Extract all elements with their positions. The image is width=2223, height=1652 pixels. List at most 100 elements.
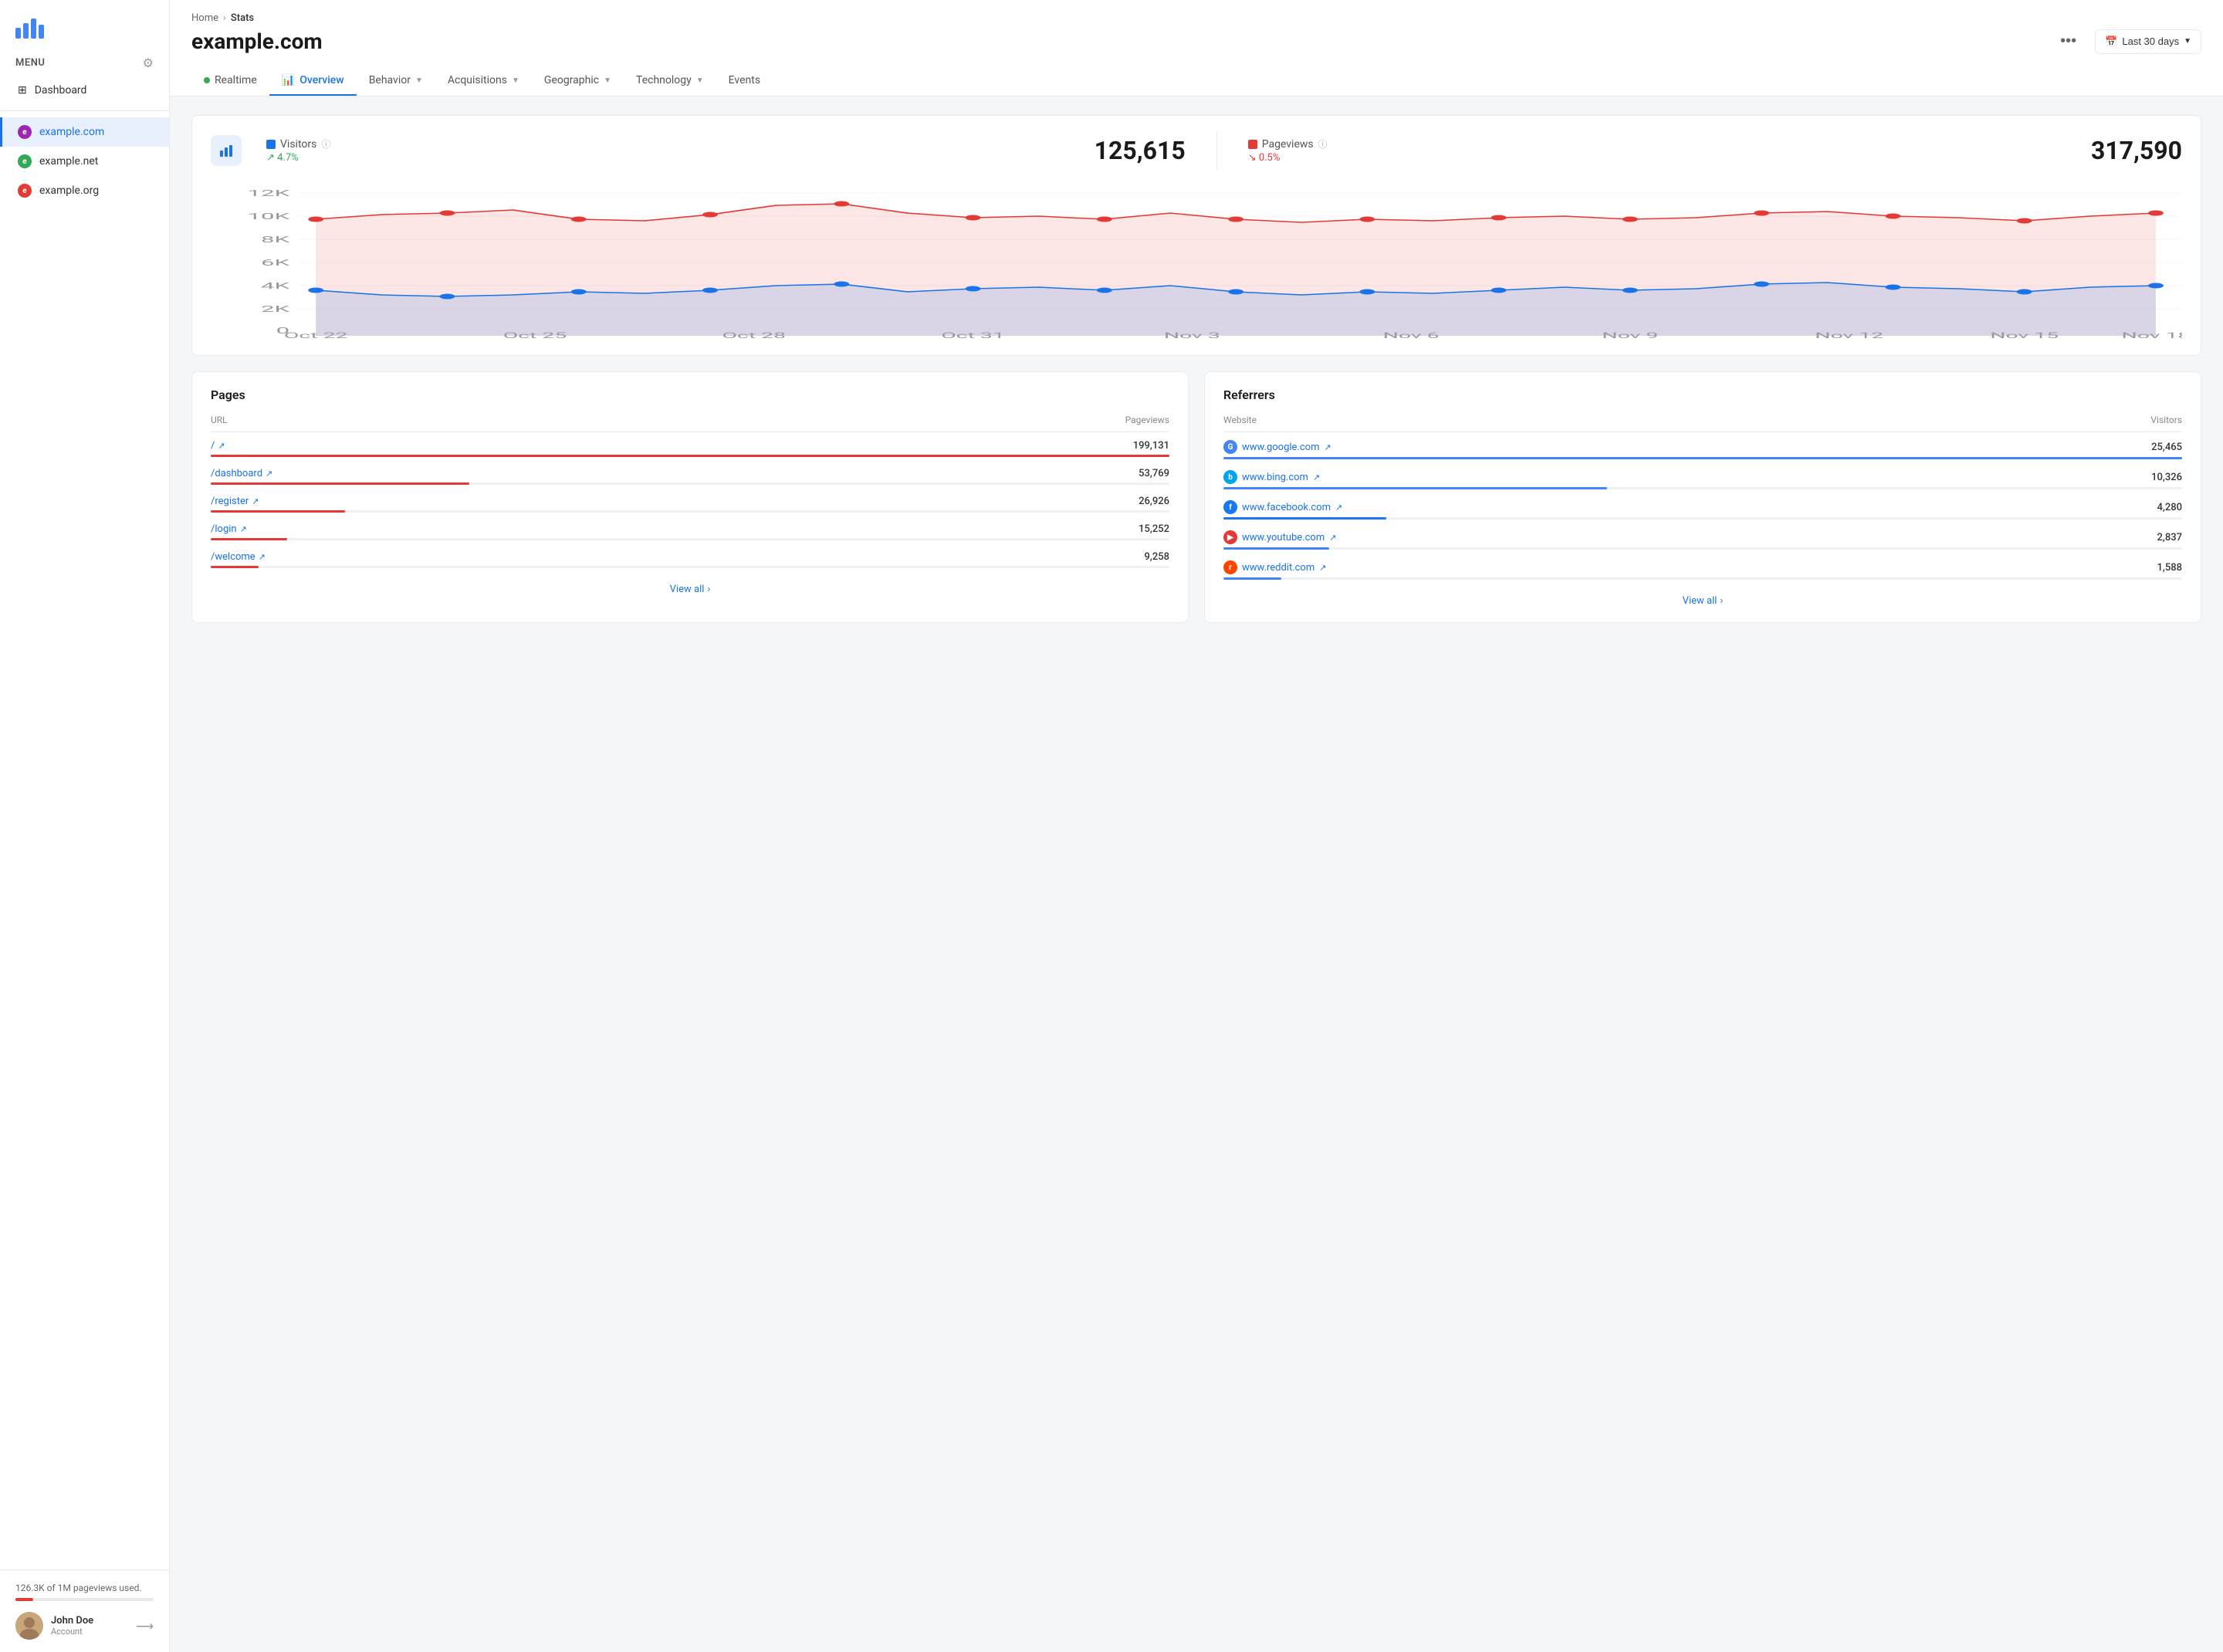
referrer-url[interactable]: b www.bing.com ↗	[1223, 470, 1320, 484]
header-actions: ••• 📅 Last 30 days ▼	[2054, 29, 2201, 54]
svg-text:8K: 8K	[261, 235, 290, 245]
site-label-example-org: example.org	[39, 184, 99, 197]
pages-view-all[interactable]: View all ›	[211, 571, 1169, 595]
page-title: example.com	[191, 29, 323, 54]
visitors-info-icon[interactable]: ⓘ	[321, 137, 330, 151]
page-url[interactable]: /welcome ↗	[211, 551, 266, 563]
tab-technology-label: Technology	[636, 74, 692, 86]
pages-rows: / ↗ 199,131 /dashboard ↗ 53,769 /registe…	[211, 432, 1169, 571]
chevron-acquisitions: ▼	[512, 76, 519, 85]
user-row[interactable]: John Doe Account ⟶	[15, 1612, 154, 1640]
page-url[interactable]: / ↗	[211, 440, 225, 452]
usage-text: 126.3K of 1M pageviews used.	[15, 1583, 154, 1593]
page-url[interactable]: /register ↗	[211, 496, 259, 507]
table-row[interactable]: ▶ www.youtube.com ↗ 2,837	[1223, 523, 2182, 553]
page-views-count: 26,926	[1139, 496, 1169, 507]
visitors-value: 125,615	[1095, 136, 1186, 165]
referrer-icon: G	[1223, 440, 1237, 454]
page-views-count: 53,769	[1139, 468, 1169, 479]
sidebar-item-example-net[interactable]: e example.net	[0, 147, 169, 176]
sidebar-item-dashboard[interactable]: ⊞ Dashboard	[0, 76, 169, 104]
settings-icon[interactable]: ⚙	[143, 56, 154, 70]
breadcrumb: Home › Stats	[191, 12, 2201, 24]
bar-chart-icon	[218, 143, 234, 158]
breadcrumb-sep: ›	[223, 12, 226, 24]
sidebar-footer: 126.3K of 1M pageviews used. John Doe Ac…	[0, 1569, 169, 1652]
bottom-grid: Pages URL Pageviews / ↗ 199,131 /dashbo	[191, 371, 2201, 623]
breadcrumb-current: Stats	[231, 12, 254, 24]
referrers-title: Referrers	[1223, 388, 2182, 402]
referrer-icon: b	[1223, 470, 1237, 484]
site-icon-example-com: e	[18, 125, 32, 139]
external-link-icon: ↗	[1329, 533, 1336, 543]
referrers-view-all[interactable]: View all ›	[1223, 583, 2182, 607]
page-url[interactable]: /dashboard ↗	[211, 468, 272, 479]
svg-text:Nov 12: Nov 12	[1815, 331, 1883, 340]
visitors-stat-block: Visitors ⓘ ↗ 4.7%	[266, 137, 330, 164]
referrers-rows: G www.google.com ↗ 25,465 b www.bing.com…	[1223, 432, 2182, 583]
logo-icon	[15, 14, 44, 39]
svg-text:Nov 6: Nov 6	[1383, 331, 1440, 340]
nav-tabs: Realtime 📊 Overview Behavior ▼ Acquisiti…	[191, 66, 2201, 96]
usage-bar-fill	[15, 1598, 33, 1601]
sidebar-item-example-org[interactable]: e example.org	[0, 176, 169, 205]
table-row[interactable]: G www.google.com ↗ 25,465	[1223, 432, 2182, 462]
external-link-icon: ↗	[1319, 563, 1326, 573]
sidebar-divider	[0, 110, 169, 111]
svg-text:Oct 28: Oct 28	[722, 331, 786, 340]
logout-icon[interactable]: ⟶	[136, 1619, 154, 1633]
sidebar-item-example-com[interactable]: e example.com	[0, 117, 169, 147]
pages-col-views: Pageviews	[1125, 415, 1169, 425]
content-area: Visitors ⓘ ↗ 4.7% 125,615 Pagev	[170, 96, 2223, 642]
tab-behavior[interactable]: Behavior ▼	[357, 66, 435, 96]
tab-acquisitions[interactable]: Acquisitions ▼	[435, 66, 532, 96]
tab-overview[interactable]: 📊 Overview	[269, 66, 357, 96]
chevron-geographic: ▼	[604, 76, 611, 85]
site-icon-example-net: e	[18, 154, 32, 168]
page-views-count: 15,252	[1139, 523, 1169, 535]
tab-technology[interactable]: Technology ▼	[624, 66, 716, 96]
pageviews-label: Pageviews	[1262, 138, 1314, 151]
menu-label: MENU	[15, 57, 45, 69]
external-link-icon: ↗	[240, 524, 247, 534]
more-button[interactable]: •••	[2054, 29, 2083, 53]
referrer-url[interactable]: f www.facebook.com ↗	[1223, 500, 1342, 514]
dashboard-label: Dashboard	[35, 84, 87, 96]
table-row[interactable]: / ↗ 199,131	[211, 432, 1169, 460]
tab-geographic-label: Geographic	[544, 74, 599, 86]
pageviews-info-icon[interactable]: ⓘ	[1318, 137, 1328, 151]
calendar-icon: 📅	[2105, 36, 2117, 48]
table-row[interactable]: /login ↗ 15,252	[211, 516, 1169, 543]
pageviews-value: 317,590	[2091, 136, 2182, 165]
tab-overview-label: Overview	[299, 74, 343, 86]
referrers-view-all-arrow: ›	[1720, 595, 1723, 607]
tab-geographic[interactable]: Geographic ▼	[532, 66, 624, 96]
tab-realtime[interactable]: Realtime	[191, 66, 269, 96]
tab-events[interactable]: Events	[716, 66, 773, 96]
chart-icon-box	[211, 135, 242, 166]
table-row[interactable]: /dashboard ↗ 53,769	[211, 460, 1169, 488]
site-label-example-com: example.com	[39, 126, 104, 138]
date-range-button[interactable]: 📅 Last 30 days ▼	[2095, 29, 2201, 54]
referrer-url[interactable]: r www.reddit.com ↗	[1223, 560, 1326, 574]
referrer-url[interactable]: ▶ www.youtube.com ↗	[1223, 530, 1336, 544]
referrer-visitors-count: 10,326	[2151, 472, 2182, 483]
table-row[interactable]: r www.reddit.com ↗ 1,588	[1223, 553, 2182, 583]
tab-acquisitions-label: Acquisitions	[448, 74, 507, 86]
breadcrumb-home[interactable]: Home	[191, 12, 218, 24]
referrer-icon: ▶	[1223, 530, 1237, 544]
external-link-icon: ↗	[218, 441, 225, 451]
user-role: Account	[51, 1627, 128, 1637]
referrers-col-website: Website	[1223, 415, 1257, 425]
referrer-url[interactable]: G www.google.com ↗	[1223, 440, 1331, 454]
table-row[interactable]: b www.bing.com ↗ 10,326	[1223, 462, 2182, 493]
referrers-col-visitors: Visitors	[2150, 415, 2182, 425]
table-row[interactable]: /welcome ↗ 9,258	[211, 543, 1169, 571]
page-url[interactable]: /login ↗	[211, 523, 247, 535]
dashboard-icon: ⊞	[18, 84, 27, 96]
referrer-visitors-count: 4,280	[2157, 502, 2182, 513]
table-row[interactable]: /register ↗ 26,926	[211, 488, 1169, 516]
logo	[0, 0, 169, 46]
svg-text:Nov 3: Nov 3	[1164, 331, 1220, 340]
table-row[interactable]: f www.facebook.com ↗ 4,280	[1223, 493, 2182, 523]
